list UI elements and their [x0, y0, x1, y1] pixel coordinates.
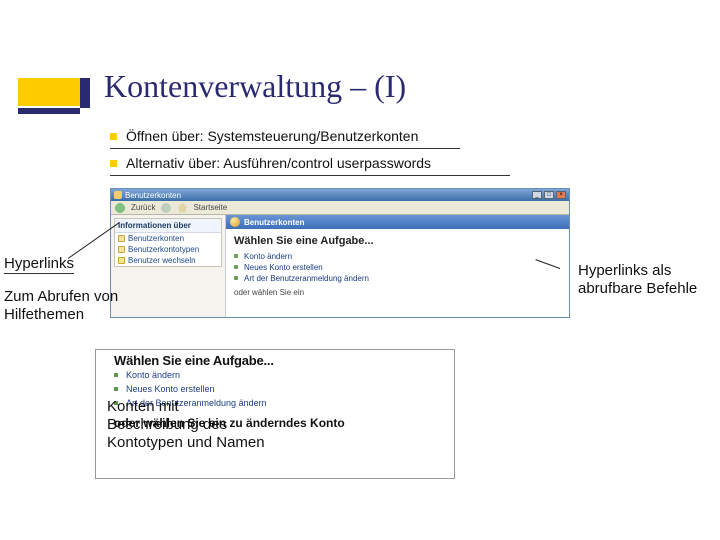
annotation-accounts: Konten mit Beschreibung des Kontotypen u… — [107, 398, 267, 452]
bullet-2-text: Alternativ über: Ausführen/control userp… — [126, 155, 431, 171]
bullet-2: Alternativ über: Ausführen/control userp… — [110, 155, 510, 176]
close-button[interactable]: × — [556, 191, 566, 199]
main-panel: Benutzerkonten Wählen Sie eine Aufgabe..… — [226, 215, 569, 317]
sidebar-link-label: Benutzerkontotypen — [128, 245, 199, 254]
sidebar-link-label: Benutzerkonten — [128, 234, 184, 243]
home-label[interactable]: Startseite — [193, 203, 227, 212]
bullet-1-text: Öffnen über: Systemsteuerung/Benutzerkon… — [126, 128, 418, 144]
sidebar-link-benutzerkonten[interactable]: Benutzerkonten — [115, 233, 221, 244]
bullet-marker-icon — [110, 133, 117, 140]
task-link-change-account[interactable]: Konto ändern — [114, 368, 444, 382]
tasks-heading: Wählen Sie eine Aufgabe... — [234, 235, 561, 247]
doc-icon — [118, 246, 125, 253]
nav-toolbar: Zurück Startseite — [111, 201, 569, 215]
sidebar-link-label: Benutzer wechseln — [128, 256, 196, 265]
annotation-hyperlinks: Hyperlinks — [4, 255, 74, 274]
app-icon — [114, 191, 122, 199]
slide-deco-blue-h — [18, 108, 80, 114]
back-label[interactable]: Zurück — [131, 203, 155, 212]
sidebar: Informationen über Benutzerkonten Benutz… — [111, 215, 226, 317]
or-rest: wählen Sie ein — [252, 288, 304, 297]
or-prefix: oder — [234, 288, 250, 297]
bullet-1: Öffnen über: Systemsteuerung/Benutzerkon… — [110, 128, 460, 149]
bullet-list: Öffnen über: Systemsteuerung/Benutzerkon… — [110, 128, 510, 182]
annotation-helptopics: Zum Abrufen von Hilfethemen — [4, 288, 124, 324]
back-icon[interactable] — [115, 203, 125, 213]
slide-deco-yellow — [18, 78, 80, 106]
home-icon[interactable] — [177, 203, 187, 213]
or-text: oder wählen Sie ein — [234, 288, 561, 297]
annotation-hyperlinks-commands: Hyperlinks als abrufbare Befehle — [578, 262, 718, 298]
users-icon — [230, 217, 240, 227]
slide-deco-blue-v — [80, 78, 90, 108]
panel-header-text: Benutzerkonten — [244, 218, 304, 227]
bullet-marker-icon — [110, 160, 117, 167]
sidebar-header: Informationen über — [115, 219, 221, 233]
task-link-new-account[interactable]: Neues Konto erstellen — [114, 382, 444, 396]
tasks-heading-overlap: Wählen Sie eine Aufgabe... — [114, 353, 274, 368]
annotation-hyperlinks-text: Hyperlinks — [4, 255, 74, 274]
maximize-button[interactable]: □ — [544, 191, 554, 199]
task-link-change-account[interactable]: Konto ändern — [234, 251, 561, 262]
slide-title: Kontenverwaltung – (I) — [104, 68, 406, 105]
minimize-button[interactable]: _ — [532, 191, 542, 199]
task-link-new-account[interactable]: Neues Konto erstellen — [234, 262, 561, 273]
task-link-login-type[interactable]: Art der Benutzeranmeldung ändern — [234, 273, 561, 284]
annotation-accounts-text: Konten mit Beschreibung des Kontotypen u… — [107, 398, 265, 451]
sidebar-link-wechseln[interactable]: Benutzer wechseln — [115, 255, 221, 266]
sidebar-link-kontotypen[interactable]: Benutzerkontotypen — [115, 244, 221, 255]
doc-icon — [118, 235, 125, 242]
panel-header: Benutzerkonten — [226, 215, 569, 229]
forward-icon[interactable] — [161, 203, 171, 213]
window-user-accounts: Benutzerkonten _ □ × Zurück Startseite I… — [110, 188, 570, 318]
doc-icon — [118, 257, 125, 264]
window-title: Benutzerkonten — [125, 191, 181, 200]
titlebar[interactable]: Benutzerkonten _ □ × — [111, 189, 569, 201]
